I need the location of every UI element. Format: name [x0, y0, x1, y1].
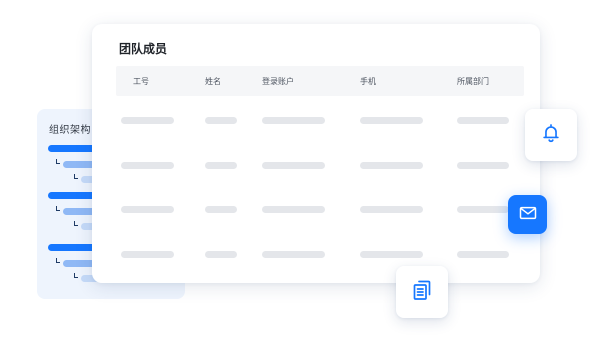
cell-placeholder [457, 117, 509, 124]
cell-placeholder [360, 162, 423, 169]
column-header-phone[interactable]: 手机 [360, 76, 376, 87]
cell-placeholder [205, 117, 237, 124]
cell-placeholder [121, 251, 174, 258]
notification-button[interactable] [525, 109, 577, 161]
column-header-name[interactable]: 姓名 [205, 76, 221, 87]
tree-connector [74, 221, 78, 226]
cell-placeholder [121, 162, 174, 169]
cell-placeholder [205, 206, 237, 213]
cell-placeholder [121, 117, 174, 124]
cell-placeholder [360, 251, 423, 258]
tree-connector [56, 258, 60, 263]
tree-connector [74, 273, 78, 278]
tree-connector [56, 206, 60, 211]
mail-icon [518, 203, 538, 227]
tree-connector [56, 159, 60, 164]
cell-placeholder [205, 251, 237, 258]
cell-placeholder [262, 162, 325, 169]
table-header: 工号 姓名 登录账户 手机 所属部门 [116, 66, 524, 96]
copy-documents-icon [410, 278, 434, 306]
card-title: 团队成员 [119, 42, 168, 56]
cell-placeholder [360, 206, 423, 213]
documents-button[interactable] [396, 266, 448, 318]
org-chart-title: 组织架构 [49, 125, 91, 136]
cell-placeholder [205, 162, 237, 169]
team-members-card: 团队成员 工号 姓名 登录账户 手机 所属部门 [92, 24, 540, 283]
column-header-employee-id[interactable]: 工号 [133, 76, 149, 87]
column-header-login-account[interactable]: 登录账户 [262, 76, 294, 87]
cell-placeholder [457, 206, 509, 213]
column-header-department[interactable]: 所属部门 [457, 76, 489, 87]
cell-placeholder [457, 162, 509, 169]
cell-placeholder [457, 251, 509, 258]
cell-placeholder [121, 206, 174, 213]
cell-placeholder [262, 117, 325, 124]
cell-placeholder [360, 117, 423, 124]
bell-icon [540, 122, 562, 148]
cell-placeholder [262, 251, 325, 258]
cell-placeholder [262, 206, 325, 213]
message-button[interactable] [508, 195, 547, 234]
tree-connector [74, 174, 78, 179]
